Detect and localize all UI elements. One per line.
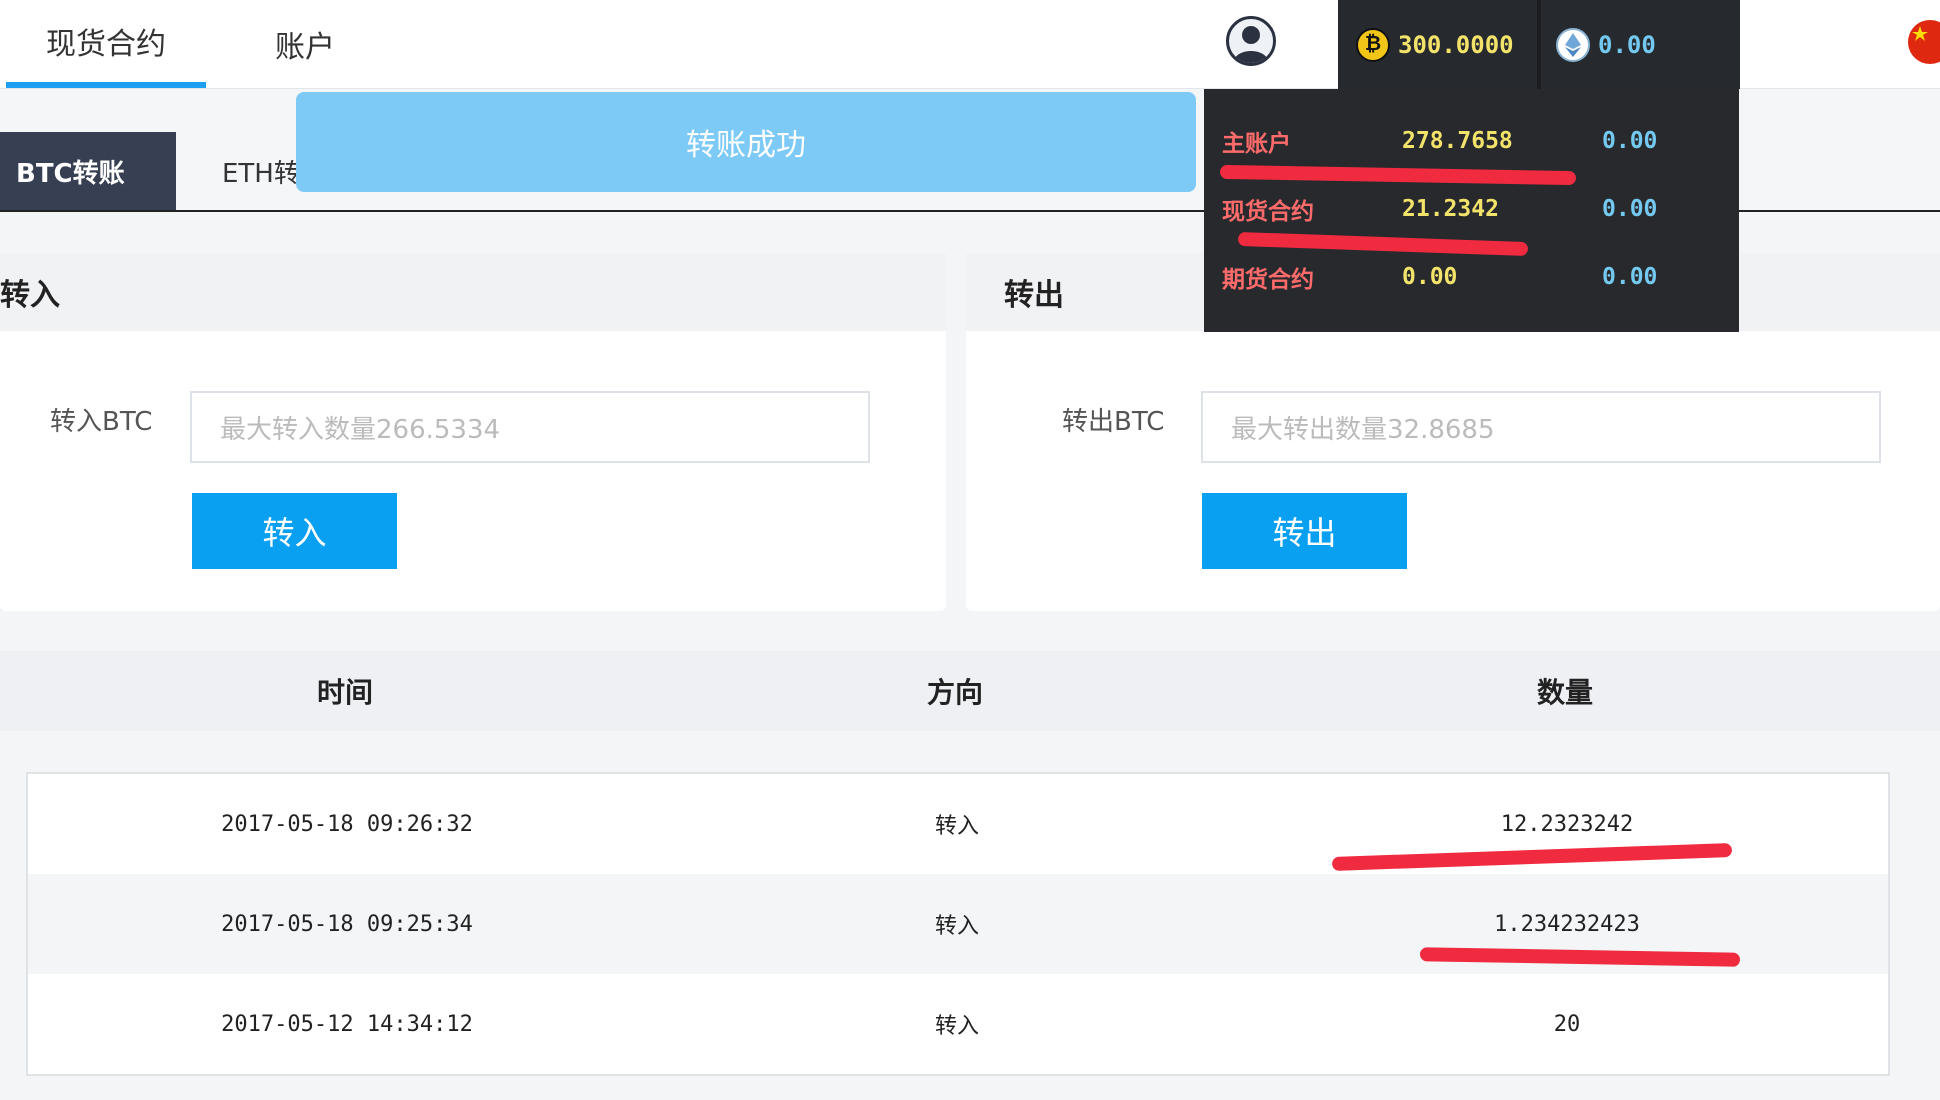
row-eth-value: 0.00 xyxy=(1602,128,1658,154)
row-label: 期货合约 xyxy=(1222,267,1314,293)
dropdown-row-spot-contract: 现货合约 21.2342 0.00 xyxy=(1222,189,1657,229)
transfer-out-button[interactable]: 转出 xyxy=(1202,493,1407,569)
balance-dropdown: 主账户 278.7658 0.00 现货合约 21.2342 0.00 期货合约… xyxy=(1204,89,1739,332)
row-eth-value: 0.00 xyxy=(1602,196,1658,222)
cell-time: 2017-05-12 14:34:12 xyxy=(221,1011,473,1037)
row-label: 现货合约 xyxy=(1222,199,1314,225)
cell-direction: 转入 xyxy=(934,814,979,839)
annotation-scribble xyxy=(1219,164,1577,186)
eth-balance-value: 0.00 xyxy=(1598,30,1656,59)
table-row: 2017-05-12 14:34:12 转入 20 xyxy=(28,974,1888,1074)
dropdown-row-futures-contract: 期货合约 0.00 0.00 xyxy=(1222,257,1657,297)
annotation-scribble xyxy=(1237,231,1529,257)
row-btc-value: 278.7658 xyxy=(1402,128,1513,154)
ethereum-icon xyxy=(1556,27,1590,62)
btc-balance-value: 300.0000 xyxy=(1398,30,1514,59)
panel-title: 转入 xyxy=(0,253,946,331)
transfer-in-amount-input[interactable]: 最大转入数量266.5334 xyxy=(190,391,870,463)
user-avatar-icon[interactable] xyxy=(1226,16,1276,66)
btc-balance[interactable]: ₿ 300.0000 xyxy=(1356,0,1514,89)
transfer-out-label: 转出BTC xyxy=(1062,407,1165,437)
tab-btc-transfer[interactable]: BTC转账 xyxy=(0,132,176,210)
transfer-out-amount-input[interactable]: 最大转出数量32.8685 xyxy=(1201,391,1881,463)
cell-time: 2017-05-18 09:26:32 xyxy=(221,811,473,837)
row-label: 主账户 xyxy=(1222,131,1291,157)
tab-account[interactable]: 账户 xyxy=(205,0,405,88)
cell-amount: 20 xyxy=(1553,1011,1581,1037)
balance-bar[interactable]: ₿ 300.0000 0.00 xyxy=(1338,0,1740,89)
row-btc-value: 21.2342 xyxy=(1402,196,1499,222)
table-header: 时间 方向 数量 xyxy=(0,651,1940,731)
transfer-in-panel: 转入 转入BTC 最大转入数量266.5334 转入 xyxy=(0,253,946,611)
column-header-time: 时间 xyxy=(316,676,373,709)
cell-direction: 转入 xyxy=(934,914,979,939)
column-header-direction: 方向 xyxy=(926,676,983,709)
transfer-in-button[interactable]: 转入 xyxy=(192,493,397,569)
bitcoin-icon: ₿ xyxy=(1356,27,1390,62)
cell-direction: 转入 xyxy=(934,1014,979,1039)
transfer-in-label: 转入BTC xyxy=(50,407,153,437)
dropdown-row-main-account: 主账户 278.7658 0.00 xyxy=(1222,121,1657,161)
row-btc-value: 0.00 xyxy=(1402,264,1458,290)
cell-time: 2017-05-18 09:25:34 xyxy=(221,911,473,937)
success-toast: 转账成功 xyxy=(296,92,1196,192)
eth-balance[interactable]: 0.00 xyxy=(1556,0,1656,89)
language-flag-icon[interactable] xyxy=(1908,20,1940,64)
divider xyxy=(1537,0,1541,89)
transfer-history-table: 2017-05-18 09:26:32 转入 12.2323242 2017-0… xyxy=(26,772,1890,1076)
tab-spot-contract[interactable]: 现货合约 xyxy=(6,0,206,88)
row-eth-value: 0.00 xyxy=(1602,264,1658,290)
column-header-amount: 数量 xyxy=(1536,676,1593,709)
